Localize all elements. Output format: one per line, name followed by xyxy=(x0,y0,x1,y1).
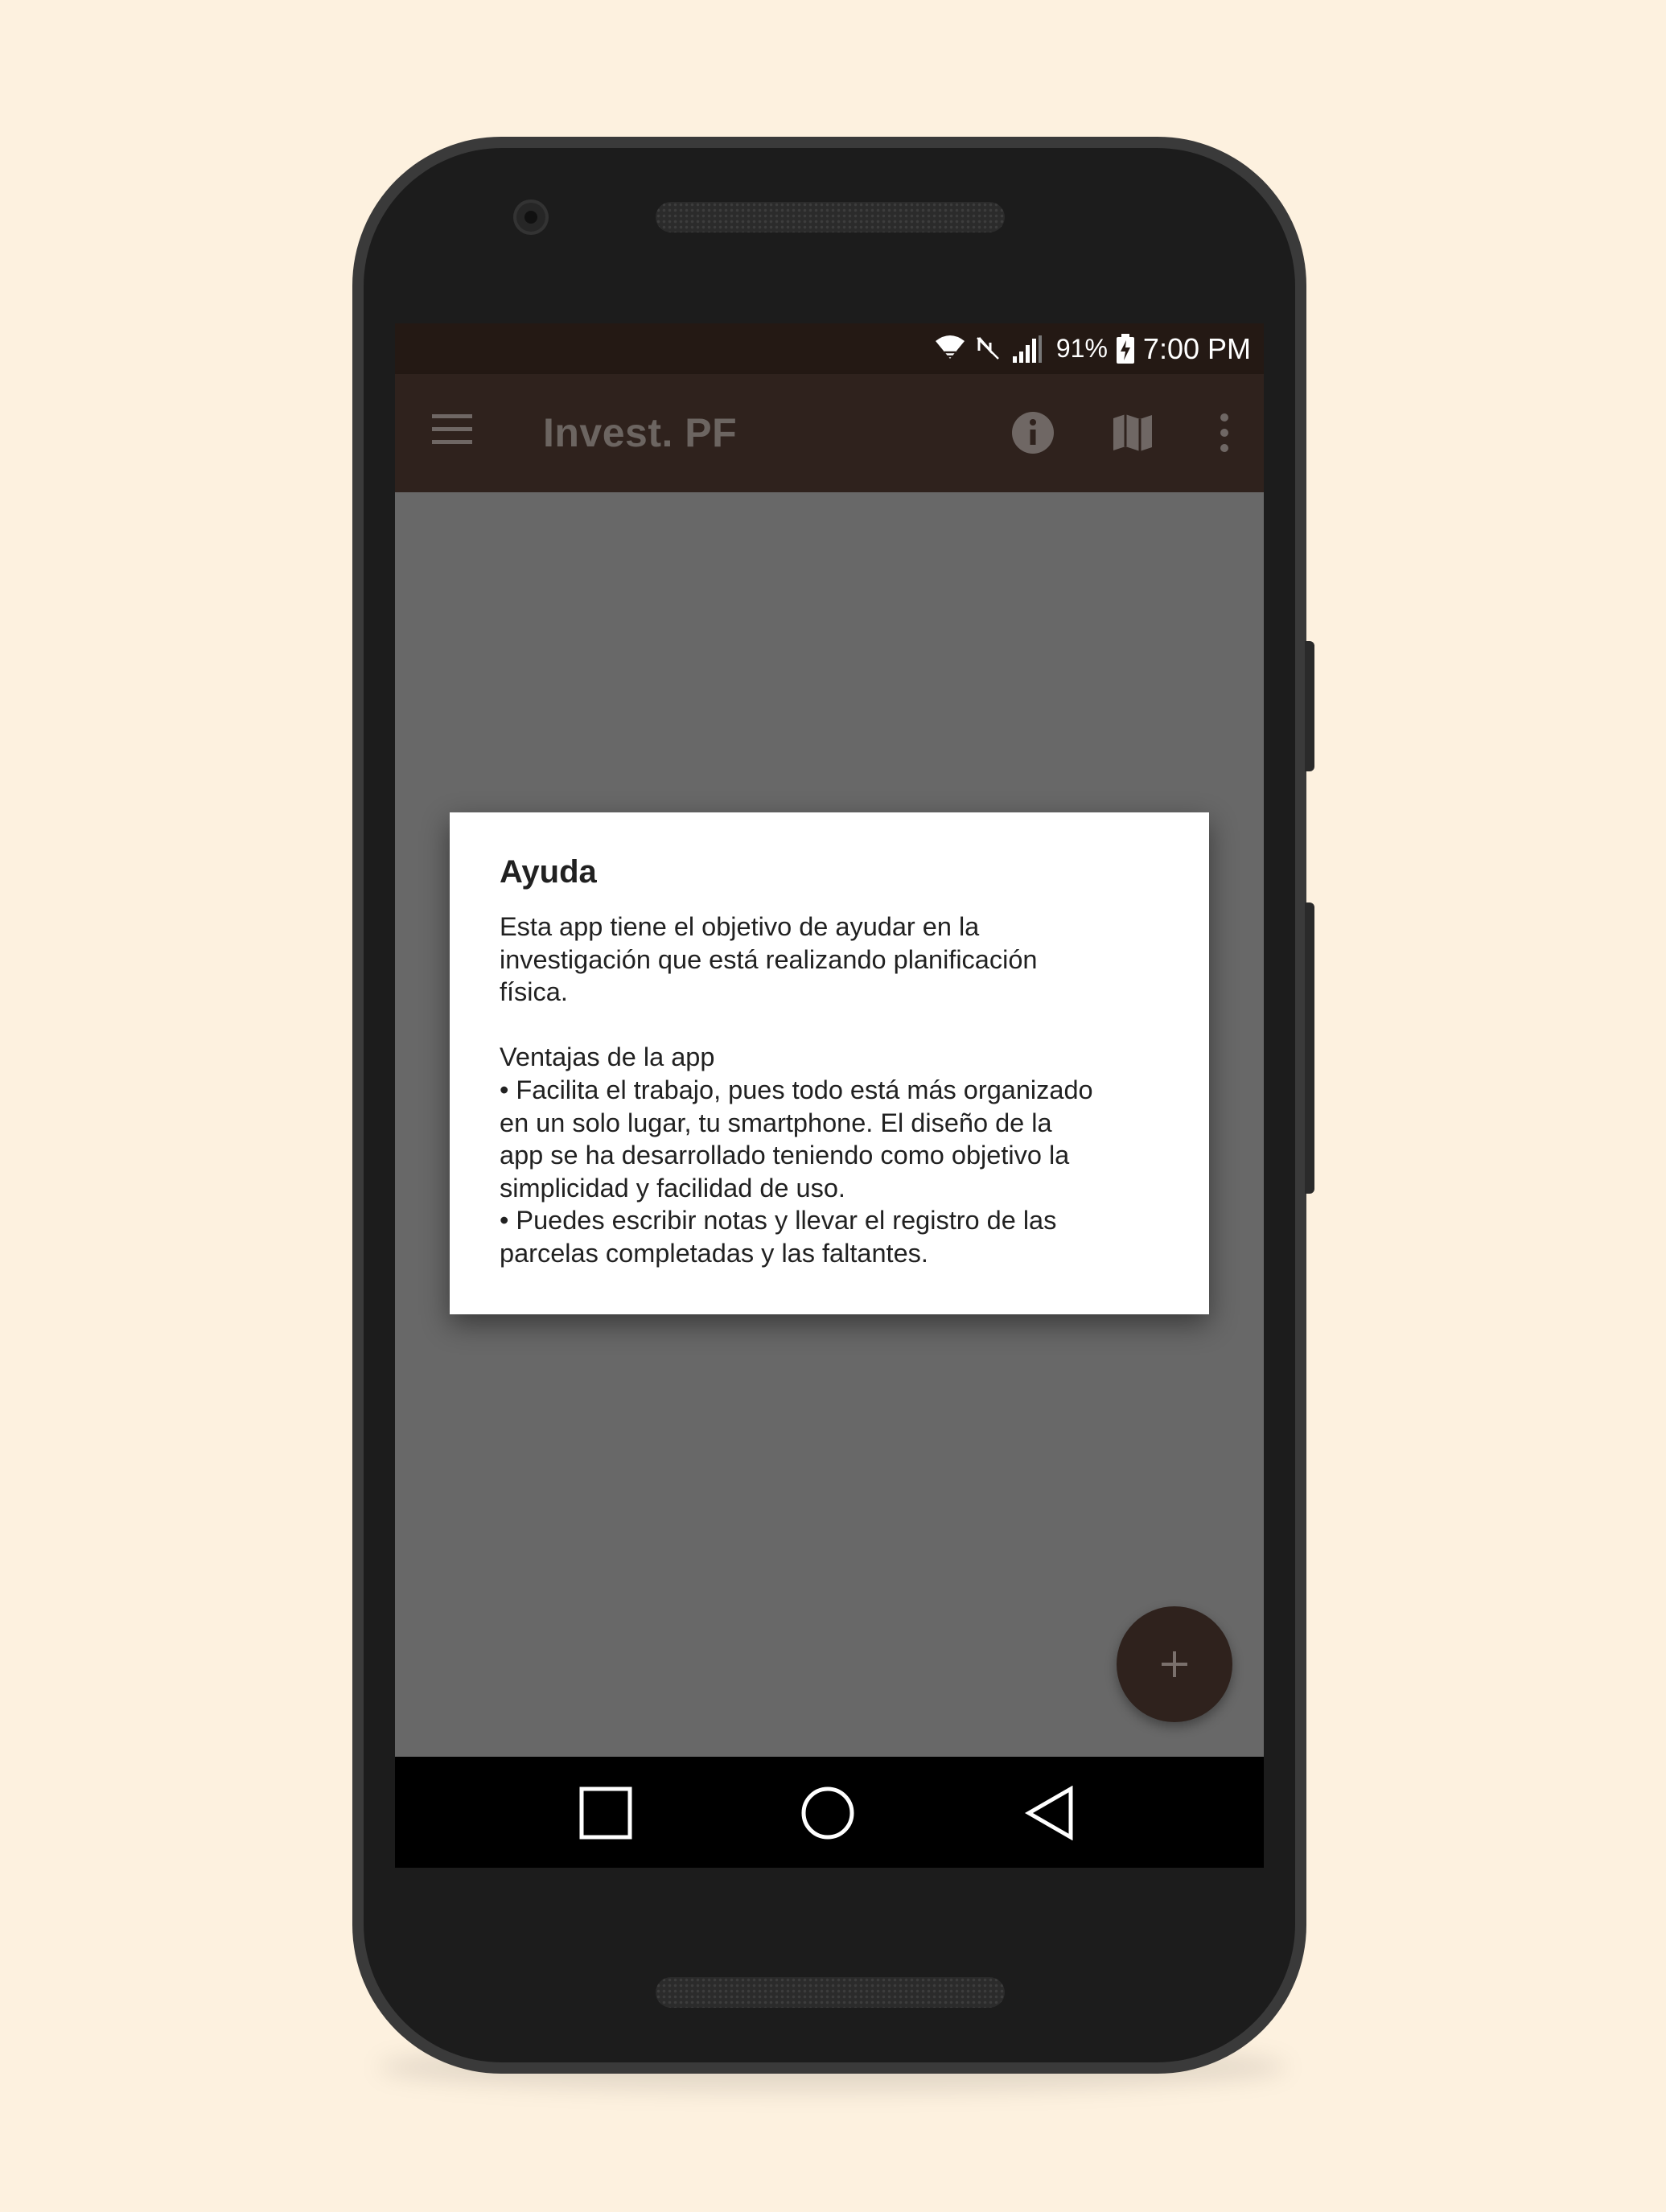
dialog-text-line: • Puedes escribir notas y llevar el regi… xyxy=(500,1206,1057,1236)
help-dialog: Ayuda Esta app tiene el objetivo de ayud… xyxy=(450,812,1209,1314)
more-vert-icon xyxy=(1220,413,1228,452)
dialog-text-line: • Facilita el trabajo, pues todo está má… xyxy=(500,1075,1093,1104)
back-button[interactable] xyxy=(1021,1784,1079,1842)
recents-icon xyxy=(579,1786,632,1840)
bottom-speaker xyxy=(656,1977,1005,2008)
dialog-text-line: Ventajas de la app xyxy=(500,1042,715,1072)
no-data-icon xyxy=(976,336,999,360)
back-icon xyxy=(1024,1786,1073,1840)
dialog-text-line: parcelas completadas y las faltantes. xyxy=(500,1238,928,1268)
app-bar: Invest. PF xyxy=(395,374,1264,492)
phone-screen: 91% 7:00 PM Invest. PF Ayuda Esta app ti… xyxy=(395,323,1264,1868)
map-icon xyxy=(1113,414,1152,451)
dialog-text-line: app se ha desarrollado teniendo como obj… xyxy=(500,1141,1070,1170)
more-options-button[interactable] xyxy=(1199,408,1249,458)
battery-charging-icon xyxy=(1116,333,1134,364)
info-button[interactable] xyxy=(1008,408,1058,458)
home-button[interactable] xyxy=(799,1784,857,1842)
front-camera xyxy=(513,199,549,235)
dialog-text-line: Esta app tiene el objetivo de ayudar en … xyxy=(500,912,980,941)
navigation-bar xyxy=(395,1757,1264,1868)
dialog-title: Ayuda xyxy=(500,854,597,890)
dialog-text-line: investigación que está realizando planif… xyxy=(500,944,1038,974)
add-icon xyxy=(1162,1651,1187,1677)
status-bar: 91% 7:00 PM xyxy=(395,323,1264,374)
map-button[interactable] xyxy=(1108,408,1158,458)
signal-icon xyxy=(1012,335,1042,363)
volume-button xyxy=(1305,902,1314,1194)
dialog-message: Esta app tiene el objetivo de ayudar en … xyxy=(500,911,1161,1270)
info-icon xyxy=(1012,412,1054,454)
menu-icon[interactable] xyxy=(432,414,472,450)
dialog-text-line: física. xyxy=(500,977,568,1007)
wifi-icon xyxy=(935,335,965,361)
dialog-text-line: simplicidad y facilidad de uso. xyxy=(500,1173,845,1203)
clock: 7:00 PM xyxy=(1142,331,1251,365)
status-icons: 91% 7:00 PM xyxy=(934,323,1251,374)
app-title: Invest. PF xyxy=(543,410,738,455)
add-fab-button[interactable] xyxy=(1117,1606,1232,1722)
power-button xyxy=(1305,641,1314,771)
dialog-blank-line xyxy=(500,1009,1161,1042)
battery-percent: 91% xyxy=(1055,334,1108,363)
dialog-text-line: en un solo lugar, tu smartphone. El dise… xyxy=(500,1108,1052,1137)
top-speaker xyxy=(656,202,1005,232)
recents-button[interactable] xyxy=(577,1784,635,1842)
home-icon xyxy=(801,1786,854,1840)
